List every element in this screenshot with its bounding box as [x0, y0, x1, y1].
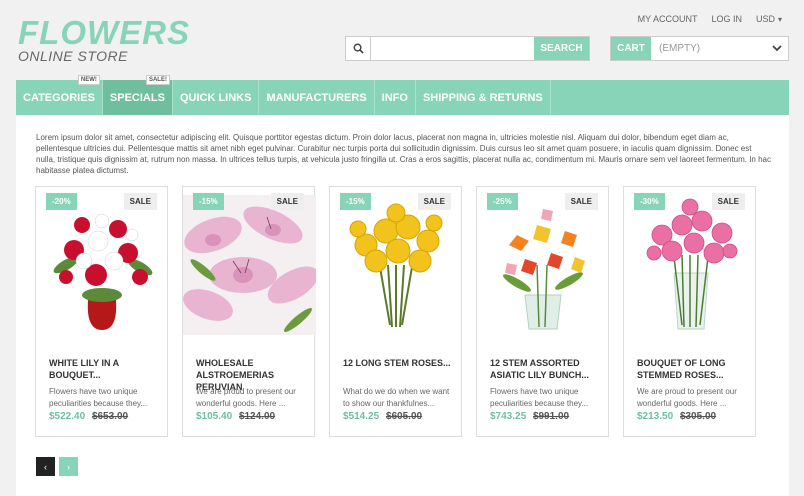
- product-card[interactable]: -15% SALE 12 LONG STEM ROSES... What do …: [329, 186, 462, 437]
- nav-label: SPECIALS: [109, 91, 165, 104]
- product-title[interactable]: BOUQUET OF LONG STEMMED ROSES...: [637, 357, 747, 381]
- nav-quick-links[interactable]: QUICK LINKS: [173, 80, 260, 115]
- nav-label: QUICK LINKS: [179, 91, 252, 104]
- search-button[interactable]: SEARCH: [534, 37, 589, 60]
- sale-badge: SALE!: [145, 75, 170, 85]
- my-account-link[interactable]: MY ACCOUNT: [638, 14, 698, 24]
- product-title[interactable]: 12 LONG STEM ROSES...: [343, 357, 453, 369]
- product-prices: $743.25 $991.00: [490, 411, 569, 422]
- product-prices: $522.40 $653.00: [49, 411, 128, 422]
- prev-page-button[interactable]: ‹: [36, 457, 55, 476]
- price-current: $105.40: [196, 411, 233, 422]
- product-title[interactable]: WHITE LILY IN A BOUQUET...: [49, 357, 159, 381]
- product-title[interactable]: 12 STEM ASSORTED ASIATIC LILY BUNCH...: [490, 357, 600, 381]
- product-card[interactable]: -25% SALE 12 STEM ASSORTED ASIATIC LILY …: [476, 186, 609, 437]
- price-old: $124.00: [238, 411, 276, 422]
- sale-badge: SALE: [564, 193, 598, 210]
- price-current: $522.40: [49, 411, 86, 422]
- product-description: Flowers have two unique peculiarities be…: [49, 387, 148, 408]
- discount-badge: -15%: [340, 193, 371, 210]
- product-image[interactable]: [36, 195, 169, 335]
- product-card[interactable]: -15% SALE WHOLESALE ALSTROEMERIAS PERUVI…: [182, 186, 316, 437]
- search-input[interactable]: [371, 37, 534, 60]
- chevron-down-icon: [766, 37, 788, 60]
- discount-badge: -20%: [46, 193, 77, 210]
- login-link[interactable]: LOG IN: [711, 14, 742, 24]
- search-bar: SEARCH: [345, 36, 590, 61]
- price-old: $991.00: [532, 411, 570, 422]
- main-nav: CATEGORIES NEW! SPECIALS SALE! QUICK LIN…: [16, 75, 789, 115]
- product-image[interactable]: [624, 195, 757, 335]
- product-prices: $105.40 $124.00: [196, 411, 275, 422]
- price-current: $514.25: [343, 411, 380, 422]
- nav-categories[interactable]: CATEGORIES NEW!: [16, 75, 103, 115]
- price-old: $305.00: [679, 411, 717, 422]
- nav-manufacturers[interactable]: MANUFACTURERS: [259, 80, 375, 115]
- discount-badge: -30%: [634, 193, 665, 210]
- top-links: MY ACCOUNT LOG IN USD: [638, 14, 782, 24]
- nav-shipping-returns[interactable]: SHIPPING & RETURNS: [416, 80, 551, 115]
- nav-label: CATEGORIES: [23, 91, 95, 104]
- nav-label: MANUFACTURERS: [266, 91, 367, 104]
- product-description: Flowers have two unique peculiarities be…: [490, 387, 589, 408]
- sale-badge: SALE: [417, 193, 451, 210]
- sale-badge: SALE: [270, 193, 304, 210]
- product-prices: $213.50 $305.00: [637, 411, 716, 422]
- currency-select[interactable]: USD: [756, 14, 782, 24]
- product-grid: -20% SALE WHITE LILY IN A BOUQUET... Flo…: [35, 186, 756, 437]
- chevron-right-icon: ›: [67, 461, 70, 472]
- nav-label: INFO: [381, 91, 408, 104]
- product-description: What do we do when we want to show our t…: [343, 387, 450, 408]
- price-current: $743.25: [490, 411, 527, 422]
- product-image[interactable]: [330, 195, 463, 335]
- discount-badge: -15%: [193, 193, 224, 210]
- price-old: $653.00: [91, 411, 129, 422]
- price-old: $605.00: [385, 411, 423, 422]
- sale-badge: SALE: [123, 193, 157, 210]
- product-card[interactable]: -30% SALE BOUQUET OF LONG STEMMED ROSES.…: [623, 186, 756, 437]
- next-page-button[interactable]: ›: [59, 457, 78, 476]
- product-image[interactable]: [183, 195, 316, 335]
- nav-label: SHIPPING & RETURNS: [422, 91, 543, 104]
- product-card[interactable]: -20% SALE WHITE LILY IN A BOUQUET... Flo…: [35, 186, 168, 437]
- sale-badge: SALE: [711, 193, 745, 210]
- pagination: ‹ ›: [36, 457, 78, 476]
- cart-status: (EMPTY): [659, 43, 701, 54]
- cart-label: CART: [611, 37, 651, 60]
- price-current: $213.50: [637, 411, 674, 422]
- intro-text: Lorem ipsum dolor sit amet, consectetur …: [36, 133, 771, 175]
- product-prices: $514.25 $605.00: [343, 411, 422, 422]
- cart-dropdown[interactable]: CART (EMPTY): [610, 36, 789, 61]
- product-description: We are proud to present our wonderful go…: [637, 387, 737, 408]
- product-description: We are proud to present our wonderful go…: [196, 387, 296, 408]
- main-content: Lorem ipsum dolor sit amet, consectetur …: [16, 115, 789, 496]
- discount-badge: -25%: [487, 193, 518, 210]
- new-badge: NEW!: [77, 75, 100, 85]
- nav-specials[interactable]: SPECIALS SALE!: [102, 75, 173, 115]
- chevron-left-icon: ‹: [44, 461, 47, 472]
- product-image[interactable]: [477, 195, 610, 335]
- nav-info[interactable]: INFO: [375, 80, 416, 115]
- logo-title: FLOWERS: [18, 14, 190, 51]
- search-icon: [346, 37, 371, 60]
- logo[interactable]: FLOWERS ONLINE STORE: [18, 14, 190, 65]
